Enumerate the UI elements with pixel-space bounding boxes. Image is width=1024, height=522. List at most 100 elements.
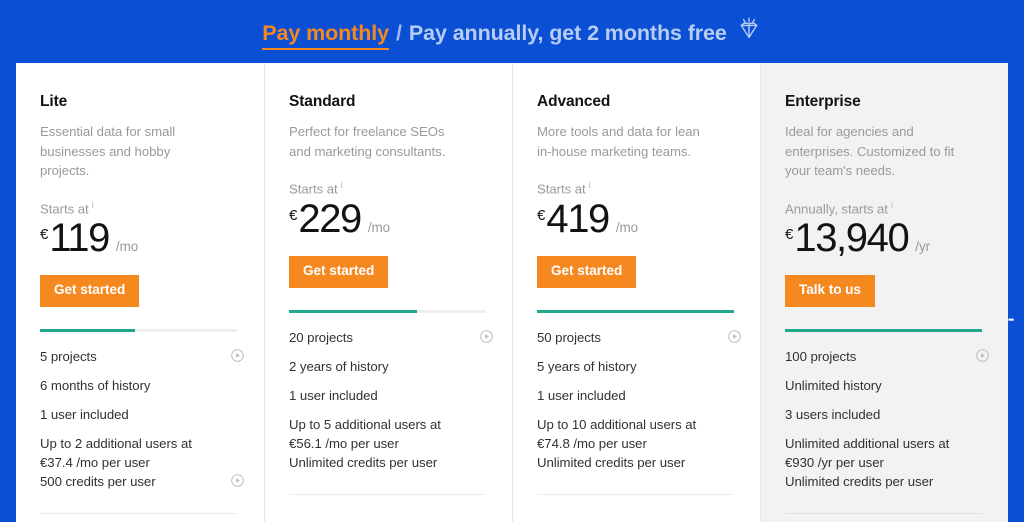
starts-at-text: Starts at: [537, 181, 586, 197]
feature-label: 2 years of history: [289, 358, 389, 374]
plan-meter-fill: [289, 309, 418, 313]
play-circle-icon[interactable]: [231, 473, 244, 487]
feature-row: 5 years of history: [537, 357, 741, 386]
starts-at-label: Starts at i: [289, 180, 490, 196]
plan-name: Enterprise: [785, 93, 861, 110]
billing-period-toggle: Pay monthly / Pay annually, get 2 months…: [0, 0, 1024, 63]
price-currency: €: [785, 226, 794, 244]
starts-at-label: Starts at i: [40, 200, 242, 216]
pricing-cards-panel: Lite Essential data for small businesses…: [16, 63, 1008, 522]
get-started-button[interactable]: Get started: [40, 275, 140, 308]
info-icon[interactable]: i: [341, 180, 343, 191]
play-circle-icon[interactable]: [480, 329, 493, 343]
feature-row: 2 years of history: [289, 357, 493, 386]
features-list: 5 projects 6 months of history 1 user incl…: [40, 347, 244, 501]
price-currency: €: [40, 226, 49, 244]
play-circle-icon[interactable]: [231, 348, 244, 362]
plan-description: Essential data for small businesses and …: [40, 124, 176, 179]
price-currency: €: [537, 206, 546, 224]
price-value: 13,940: [794, 216, 909, 261]
features-bottom-divider: [537, 493, 734, 495]
plan-description: Perfect for freelance SEOs and marketing…: [289, 124, 446, 159]
price-period: /mo: [115, 239, 139, 255]
price-period: /mo: [615, 219, 639, 235]
feature-label: Up to 10 additional users at €74.8 /mo p…: [537, 416, 697, 451]
talk-to-us-button[interactable]: Talk to us: [785, 275, 875, 308]
play-circle-icon[interactable]: [728, 329, 741, 343]
feature-label: 6 months of history: [40, 378, 151, 394]
feature-row: Up to 2 additional users at €37.4 /mo pe…: [40, 434, 244, 472]
feature-row: 3 users included: [785, 405, 989, 434]
feature-row: 1 user included: [537, 386, 741, 415]
feature-row: Unlimited additional users at €930 /yr p…: [785, 434, 989, 472]
feature-row: Unlimited credits per user: [785, 472, 989, 501]
feature-row: Up to 10 additional users at €74.8 /mo p…: [537, 415, 741, 453]
feature-label: 50 projects: [537, 329, 601, 345]
toggle-line: Pay monthly / Pay annually, get 2 months…: [262, 14, 762, 50]
pricing-card-enterprise: Enterprise Ideal for agencies and enterp…: [760, 63, 1008, 522]
feature-row: 5 projects: [40, 347, 244, 376]
toggle-pay-annually[interactable]: Pay annually, get 2 months free: [409, 21, 727, 46]
features-bottom-divider: [40, 513, 237, 515]
feature-row: Unlimited credits per user: [289, 453, 493, 482]
features-bottom-divider: [289, 493, 486, 495]
feature-row: 6 months of history: [40, 376, 244, 405]
features-bottom-divider: [785, 513, 982, 515]
feature-label: 20 projects: [289, 329, 353, 345]
feature-label: Unlimited history: [785, 378, 882, 394]
plan-meter-fill: [785, 329, 982, 333]
feature-row: 20 projects: [289, 328, 493, 357]
get-started-button[interactable]: Get started: [537, 255, 637, 288]
feature-label: 5 projects: [40, 349, 97, 365]
feature-row: 1 user included: [40, 405, 244, 434]
info-icon[interactable]: i: [92, 200, 94, 211]
info-icon[interactable]: i: [589, 180, 591, 191]
feature-row: 500 credits per user: [40, 472, 244, 501]
feature-label: 1 user included: [40, 407, 129, 423]
feature-label: Unlimited credits per user: [537, 454, 686, 470]
price-value: 419: [546, 196, 610, 241]
price-row: € 229 /mo: [289, 199, 490, 239]
plan-meter-fill: [40, 329, 135, 333]
starts-at-text: Starts at: [40, 201, 89, 217]
feature-row: Unlimited history: [785, 376, 989, 405]
pricing-card-lite: Lite Essential data for small businesses…: [16, 63, 264, 522]
feature-row: 100 projects: [785, 347, 989, 376]
features-list: 100 projects Unlimited history 3 users inc…: [785, 347, 989, 501]
feature-label: Unlimited additional users at €930 /yr p…: [785, 436, 950, 471]
plan-meter: [289, 309, 486, 313]
info-icon[interactable]: i: [891, 200, 893, 211]
pricing-card-standard: Standard Perfect for freelance SEOs and …: [264, 63, 512, 522]
price-row: € 419 /mo: [537, 199, 738, 239]
toggle-separator: /: [395, 20, 402, 45]
starts-at-text: Annually, starts at: [785, 201, 888, 217]
feature-label: Up to 2 additional users at €37.4 /mo pe…: [40, 436, 192, 471]
price-period: /yr: [915, 239, 930, 255]
toggle-pay-monthly[interactable]: Pay monthly: [262, 21, 389, 50]
starts-at-text: Starts at: [289, 181, 338, 197]
plan-meter: [537, 309, 734, 313]
feature-label: 1 user included: [289, 387, 378, 403]
price-row: € 13,940 /yr: [785, 218, 986, 258]
feature-label: Unlimited credits per user: [785, 474, 934, 490]
pricing-card-advanced: Advanced More tools and data for lean in…: [512, 63, 760, 522]
feature-row: 1 user included: [289, 386, 493, 415]
feature-label: 500 credits per user: [40, 474, 156, 490]
get-started-button[interactable]: Get started: [289, 255, 389, 288]
plan-description: More tools and data for lean in-house ma…: [537, 124, 700, 159]
feature-row: Up to 5 additional users at €56.1 /mo pe…: [289, 415, 493, 453]
price-row: € 119 /mo: [40, 218, 242, 258]
feature-label: Up to 5 additional users at €56.1 /mo pe…: [289, 416, 441, 451]
plan-meter-fill: [537, 309, 734, 313]
plan-name: Advanced: [537, 93, 611, 110]
feature-label: Unlimited credits per user: [289, 454, 438, 470]
play-circle-icon[interactable]: [976, 348, 989, 362]
plan-description: Ideal for agencies and enterprises. Cust…: [785, 124, 955, 179]
feature-label: 1 user included: [537, 387, 626, 403]
price-value: 229: [298, 196, 362, 241]
price-value: 119: [49, 216, 110, 261]
pricing-page: Pay monthly / Pay annually, get 2 months…: [0, 0, 1024, 522]
feature-row: Unlimited credits per user: [537, 453, 741, 482]
starts-at-label: Starts at i: [537, 180, 738, 196]
features-list: 50 projects 5 years of history 1 user incl…: [537, 328, 741, 482]
